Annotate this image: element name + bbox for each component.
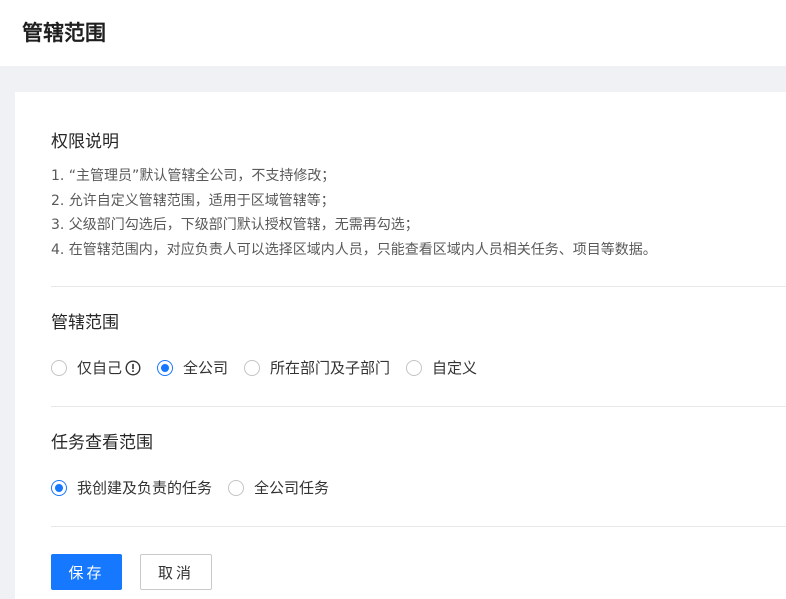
scope-radio-group: 仅自己 全公司 所在部门及子部门 自定义 xyxy=(51,358,493,378)
permission-rule-item: 3. 父级部门勾选后，下级部门默认授权管辖，无需再勾选； xyxy=(51,217,419,233)
scope-option-label: 仅自己 xyxy=(77,359,123,377)
permission-rule-item: 2. 允许自定义管辖范围，适用于区域管辖等； xyxy=(51,192,335,209)
scope-option-department[interactable]: 所在部门及子部门 xyxy=(244,358,390,378)
scope-section-title: 管辖范围 xyxy=(51,313,119,333)
scope-option-label: 全公司 xyxy=(183,359,229,377)
task-view-option-mine[interactable]: 我创建及负责的任务 xyxy=(51,478,212,498)
permission-rule-list: 1. “主管理员”默认管辖全公司，不支持修改； 2. 允许自定义管辖范围，适用于… xyxy=(51,164,657,262)
scope-option-company[interactable]: 全公司 xyxy=(157,358,228,378)
task-view-option-label: 全公司任务 xyxy=(254,479,330,497)
permission-rule-item: 1. “主管理员”默认管辖全公司，不支持修改； xyxy=(51,168,336,184)
save-button[interactable]: 保存 xyxy=(51,554,122,590)
radio-unchecked-icon[interactable] xyxy=(244,360,261,376)
scope-option-label: 所在部门及子部门 xyxy=(270,359,391,377)
radio-checked-icon[interactable] xyxy=(157,360,174,376)
top-header: 管辖范围 xyxy=(0,0,786,66)
section-divider xyxy=(51,286,786,287)
task-view-radio-group: 我创建及负责的任务 全公司任务 xyxy=(51,478,345,498)
section-divider xyxy=(51,406,786,407)
cancel-button[interactable]: 取消 xyxy=(140,554,212,590)
radio-unchecked-icon[interactable] xyxy=(51,360,67,376)
radio-checked-icon[interactable] xyxy=(51,480,67,496)
permission-section-title: 权限说明 xyxy=(51,132,119,152)
settings-panel: 权限说明 1. “主管理员”默认管辖全公司，不支持修改； 2. 允许自定义管辖范… xyxy=(15,92,786,599)
task-view-option-label: 我创建及负责的任务 xyxy=(77,479,213,497)
page-title: 管辖范围 xyxy=(22,21,106,45)
radio-unchecked-icon[interactable] xyxy=(228,480,245,496)
scope-option-self[interactable]: 仅自己 xyxy=(51,358,141,378)
exclamation-circle-icon[interactable] xyxy=(125,360,141,376)
scope-option-label: 自定义 xyxy=(432,359,478,377)
permission-rule-item: 4. 在管辖范围内，对应负责人可以选择区域内人员，只能查看区域内人员相关任务、项… xyxy=(51,241,657,258)
task-view-option-company[interactable]: 全公司任务 xyxy=(228,478,329,498)
task-view-section-title: 任务查看范围 xyxy=(51,433,153,453)
section-divider xyxy=(51,526,786,527)
radio-unchecked-icon[interactable] xyxy=(406,360,423,376)
scope-option-custom[interactable]: 自定义 xyxy=(406,358,477,378)
